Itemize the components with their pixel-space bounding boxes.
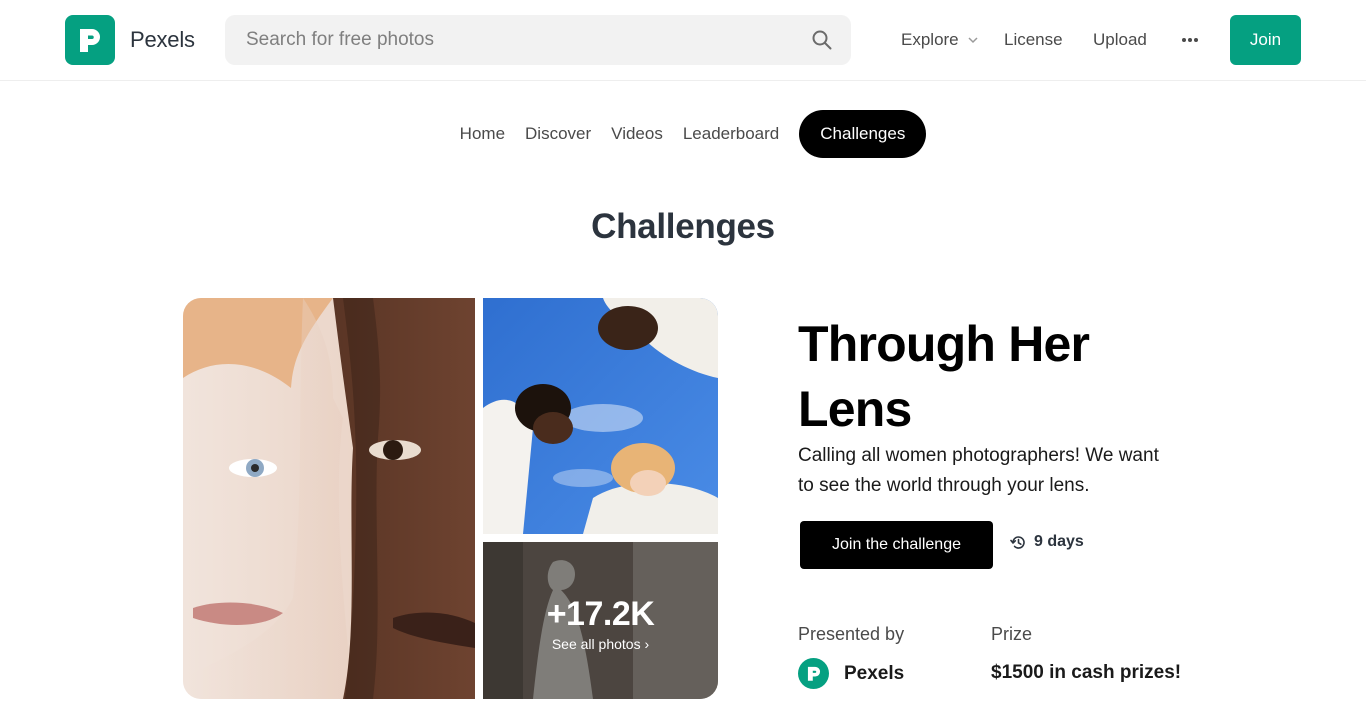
sub-nav-tabs: Home Discover Videos Leaderboard Challenges <box>0 110 1366 158</box>
pexels-logo-icon <box>798 658 829 689</box>
license-link[interactable]: License <box>1004 0 1063 80</box>
page-title: Challenges <box>591 207 775 246</box>
top-header: Pexels Explore License Upload Join <box>0 0 1366 81</box>
see-all-photos-overlay: +17.2K See all photos › <box>483 542 718 699</box>
tab-challenges[interactable]: Challenges <box>799 110 927 158</box>
time-remaining: 9 days <box>1010 533 1084 551</box>
see-all-photos-link[interactable]: See all photos › <box>552 636 649 652</box>
presenter[interactable]: Pexels <box>798 658 904 689</box>
history-icon <box>1010 535 1025 549</box>
presented-by-label: Presented by <box>798 624 905 644</box>
see-all-photos-tile[interactable]: +17.2K See all photos › <box>483 542 718 699</box>
pexels-logo-icon <box>65 15 115 65</box>
search-bar[interactable] <box>225 15 851 65</box>
join-button[interactable]: Join <box>1230 15 1301 65</box>
prize-value: $1500 in cash prizes! <box>991 662 1182 683</box>
presenter-name: Pexels <box>844 662 905 684</box>
challenge-photo-sky[interactable] <box>483 298 718 534</box>
tab-videos[interactable]: Videos <box>601 110 673 158</box>
explore-label: Explore <box>901 30 959 49</box>
tab-home[interactable]: Home <box>450 110 515 158</box>
pexels-logo[interactable]: Pexels <box>65 15 195 65</box>
sky-portrait-photo <box>483 298 718 534</box>
tab-discover[interactable]: Discover <box>515 110 601 158</box>
photo-count: +17.2K <box>546 595 655 633</box>
explore-menu[interactable]: Explore <box>901 0 979 80</box>
search-input[interactable] <box>246 29 786 51</box>
more-menu-button[interactable] <box>1181 0 1199 80</box>
challenge-photo-main[interactable] <box>183 298 475 699</box>
challenge-description: Calling all women photographers! We want… <box>798 445 1159 496</box>
upload-link[interactable]: Upload <box>1093 0 1147 80</box>
more-icon <box>1182 38 1198 42</box>
search-icon[interactable] <box>811 29 833 51</box>
join-challenge-button[interactable]: Join the challenge <box>800 521 993 569</box>
tab-leaderboard[interactable]: Leaderboard <box>673 110 789 158</box>
logo-text: Pexels <box>130 27 195 52</box>
prize-label: Prize <box>991 624 1033 644</box>
days-left: 9 days <box>1034 533 1084 550</box>
two-faces-photo <box>183 298 475 699</box>
chevron-down-icon <box>968 37 978 44</box>
challenge-title: Through Her Lens <box>798 316 1090 437</box>
